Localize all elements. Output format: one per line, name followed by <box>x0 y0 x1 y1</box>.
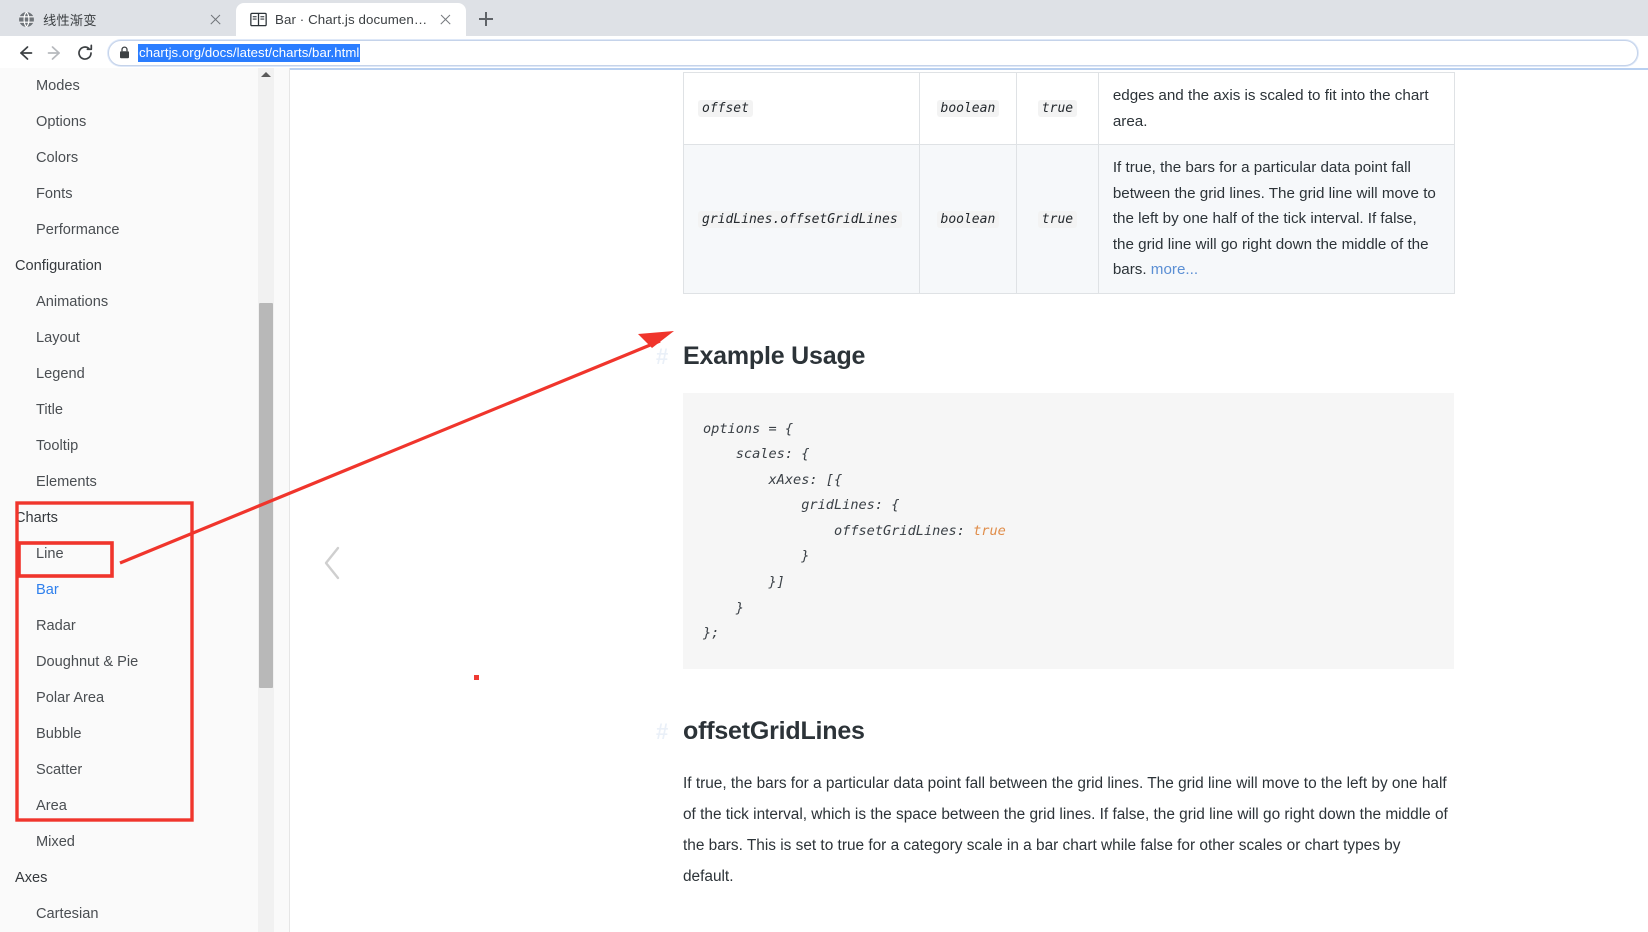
code-line-2: scales: { <box>703 446 810 463</box>
doc-column: offset boolean true edges and the axis is s… <box>656 68 1483 932</box>
sidebar-item-elements[interactable]: Elements <box>0 464 289 500</box>
lock-icon <box>120 46 129 59</box>
sidebar-item-configuration[interactable]: Configuration <box>0 248 289 284</box>
sidebar-item-axes[interactable]: Axes <box>0 860 289 896</box>
code-line-9: }; <box>703 625 720 642</box>
sidebar-item-area[interactable]: Area <box>0 788 289 824</box>
sidebar-item-modes[interactable]: Modes <box>0 68 289 104</box>
option-type-code: boolean <box>936 100 1000 118</box>
anchor-hash-icon[interactable]: # <box>656 719 668 745</box>
sidebar-item-mixed[interactable]: Mixed <box>0 824 289 860</box>
code-line-7: }] <box>703 574 785 591</box>
table-cell-type: boolean <box>918 72 1018 145</box>
sidebar-navigation: Modes Options Colors Fonts Performance Config… <box>0 68 290 932</box>
new-tab-button[interactable] <box>472 5 500 33</box>
code-line-3: xAxes: [{ <box>703 471 843 488</box>
table-cell-type: boolean <box>918 144 1018 294</box>
heading-text: Example Usage <box>683 341 866 370</box>
back-button[interactable] <box>10 38 40 68</box>
book-icon <box>250 12 267 27</box>
browser-window: 线性渐变 Bar · Chart.js documentation <box>0 0 1648 932</box>
sidebar-list: Modes Options Colors Fonts Performance Config… <box>0 68 289 932</box>
tab-title: Bar · Chart.js documentation <box>275 12 429 27</box>
tab-strip: 线性渐变 Bar · Chart.js documentation <box>0 0 1648 36</box>
code-line-8: } <box>703 599 744 616</box>
table-cell-name: offset <box>683 72 920 145</box>
heading-example-usage: # Example Usage <box>656 341 1483 371</box>
tab-linear-gradient[interactable]: 线性渐变 <box>4 3 236 36</box>
code-line-5-keyword: true <box>973 522 1006 539</box>
close-icon[interactable] <box>437 11 454 28</box>
sidebar-item-bubble[interactable]: Bubble <box>0 716 289 752</box>
sidebar-item-charts[interactable]: Charts <box>0 500 289 536</box>
forward-button[interactable] <box>40 38 70 68</box>
address-bar[interactable]: chartjs.org/docs/latest/charts/bar.html <box>108 39 1638 66</box>
code-line-5-prefix: offsetGridLines: <box>703 522 974 539</box>
sidebar-item-line[interactable]: Line <box>0 536 289 572</box>
table-cell-default: true <box>1016 144 1099 294</box>
reload-icon <box>78 44 93 60</box>
more-link[interactable]: more... <box>1151 261 1198 278</box>
option-default-code: true <box>1037 100 1078 118</box>
globe-icon <box>19 11 34 28</box>
table-cell-description: If true, the bars for a particular data … <box>1097 144 1456 294</box>
arrow-right-icon <box>47 45 60 60</box>
option-name-code: gridLines.offsetGridLines <box>698 210 902 228</box>
sidebar-item-layout[interactable]: Layout <box>0 320 289 356</box>
options-table: offset boolean true edges and the axis is s… <box>683 72 1456 294</box>
option-type-code: boolean <box>936 210 1000 228</box>
anchor-hash-icon[interactable]: # <box>656 344 668 370</box>
tab-title: 线性渐变 <box>43 13 97 28</box>
url-text[interactable]: chartjs.org/docs/latest/charts/bar.html <box>138 43 361 62</box>
table-cell-default: true <box>1016 72 1099 145</box>
code-block-example-usage: options = { scales: { xAxes: [{ gridLine… <box>683 392 1454 669</box>
scroll-up-arrow-icon[interactable] <box>261 72 271 77</box>
sidebar-item-colors[interactable]: Colors <box>0 140 289 176</box>
red-dot-marker <box>474 675 479 680</box>
sidebar-scrollbar[interactable] <box>258 68 274 932</box>
close-icon[interactable] <box>207 11 224 28</box>
code-line-6: } <box>703 548 810 565</box>
arrow-left-icon <box>20 45 33 60</box>
browser-toolbar: chartjs.org/docs/latest/charts/bar.html <box>0 36 1648 70</box>
tab-chartjs-documentation[interactable]: Bar · Chart.js documentation <box>236 3 466 36</box>
description-text: edges and the axis is scaled to fit into… <box>1112 87 1429 130</box>
table-row: offset boolean true edges and the axis is s… <box>683 72 1456 145</box>
option-name-code: offset <box>698 100 753 118</box>
code-line-4: gridLines: { <box>703 497 900 514</box>
table-row: gridLines.offsetGridLines boolean true If t… <box>683 144 1456 294</box>
sidebar-scrollbar-thumb[interactable] <box>259 303 273 688</box>
sidebar-item-fonts[interactable]: Fonts <box>0 176 289 212</box>
table-cell-name: gridLines.offsetGridLines <box>683 144 920 294</box>
sidebar-item-cartesian[interactable]: Cartesian <box>0 896 289 932</box>
previous-page-chevron-icon[interactable] <box>320 543 346 583</box>
documentation-content: offset boolean true edges and the axis is s… <box>290 68 1648 932</box>
sidebar-item-polar-area[interactable]: Polar Area <box>0 680 289 716</box>
sidebar-item-legend[interactable]: Legend <box>0 356 289 392</box>
sidebar-item-doughnut-pie[interactable]: Doughnut & Pie <box>0 644 289 680</box>
sidebar-item-performance[interactable]: Performance <box>0 212 289 248</box>
sidebar-item-scatter[interactable]: Scatter <box>0 752 289 788</box>
heading-offsetgridlines: # offsetGridLines <box>656 716 1483 746</box>
reload-button[interactable] <box>70 38 100 68</box>
sidebar-item-tooltip[interactable]: Tooltip <box>0 428 289 464</box>
option-default-code: true <box>1037 210 1078 228</box>
code-line-1: options = { <box>703 420 794 437</box>
page-body: Modes Options Colors Fonts Performance Config… <box>0 68 1648 932</box>
paragraph-offsetgridlines: If true, the bars for a particular data … <box>683 774 1448 885</box>
sidebar-item-radar[interactable]: Radar <box>0 608 289 644</box>
sidebar-item-title[interactable]: Title <box>0 392 289 428</box>
sidebar-item-bar[interactable]: Bar <box>0 572 289 608</box>
heading-text: offsetGridLines <box>683 716 865 745</box>
sidebar-item-animations[interactable]: Animations <box>0 284 289 320</box>
sidebar-item-options[interactable]: Options <box>0 104 289 140</box>
table-cell-description: edges and the axis is scaled to fit into… <box>1097 72 1456 145</box>
